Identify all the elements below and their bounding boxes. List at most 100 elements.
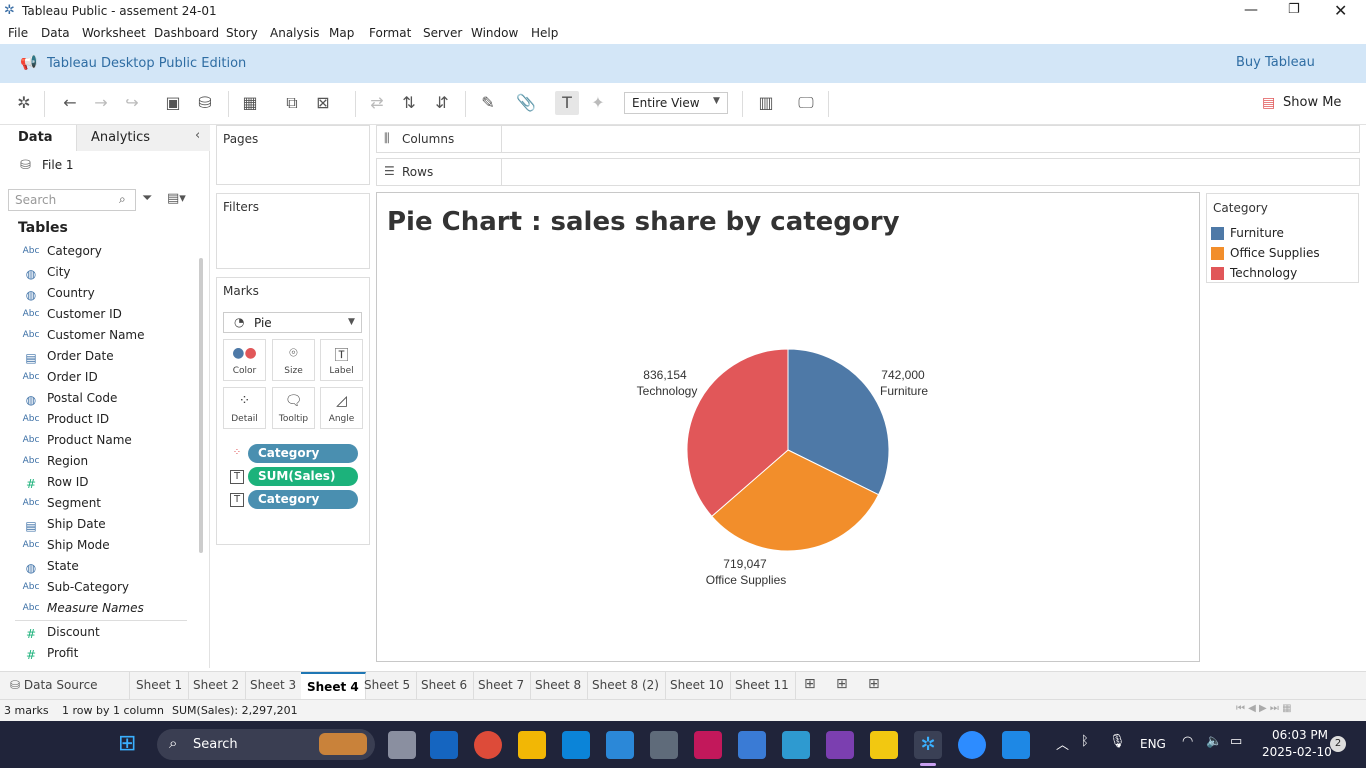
field-item[interactable]: ◍ Country	[18, 285, 188, 305]
store-icon[interactable]	[562, 731, 590, 759]
clear-sheet-icon[interactable]: ⊠	[311, 91, 335, 115]
view-options-icon[interactable]: ▤▾	[167, 191, 186, 206]
pill-category-label[interactable]: Category	[248, 490, 358, 509]
duplicate-sheet-icon[interactable]: ⧉	[280, 91, 304, 115]
microphone-icon[interactable]: 🎙	[1109, 734, 1126, 749]
category-legend[interactable]: Category Furniture Office Supplies Techn…	[1206, 193, 1359, 283]
tooltip-button[interactable]: 🗨 Tooltip	[272, 387, 315, 429]
tab-sheet-10[interactable]: Sheet 10	[664, 672, 731, 699]
tab-data[interactable]: Data	[0, 125, 76, 151]
highlight-icon[interactable]: ✎	[476, 91, 500, 115]
tray-chevron-icon[interactable]: ︿	[1056, 734, 1069, 753]
show-cards-icon[interactable]: ▥	[754, 91, 778, 115]
new-worksheet-icon[interactable]: ⊞	[804, 676, 816, 692]
mark-type-dropdown[interactable]: ◔ Pie ▼	[223, 312, 362, 333]
replay-icon[interactable]: ↪	[120, 91, 144, 115]
field-item[interactable]: Abc Category	[18, 243, 188, 263]
field-item[interactable]: ◍ State	[18, 558, 188, 578]
app-icon[interactable]	[1002, 731, 1030, 759]
field-item[interactable]: Abc Ship Mode	[18, 537, 188, 557]
menu-story[interactable]: Story	[226, 26, 258, 40]
tab-sheet-2[interactable]: Sheet 2	[187, 672, 247, 699]
tab-sheet-1[interactable]: Sheet 1	[130, 672, 190, 699]
new-story-icon[interactable]: ⊞	[868, 676, 880, 692]
tab-sheet-5[interactable]: Sheet 5	[358, 672, 418, 699]
sort-ascending-icon[interactable]: ⇅	[397, 91, 421, 115]
filter-icon[interactable]: ⏷	[142, 191, 152, 206]
new-dashboard-icon[interactable]: ⊞	[836, 676, 848, 692]
field-item[interactable]: Abc Sub-Category	[18, 579, 188, 599]
close-button[interactable]: ✕	[1334, 1, 1347, 20]
tab-sheet-3[interactable]: Sheet 3	[244, 672, 304, 699]
tab-analytics[interactable]: Analytics ‹	[76, 125, 210, 151]
task-view-icon[interactable]	[388, 731, 416, 759]
columns-shelf[interactable]: ⫼ Columns	[376, 125, 1360, 153]
tab-sheet-4[interactable]: Sheet 4	[301, 672, 366, 699]
notepad-icon[interactable]	[606, 731, 634, 759]
fix-axes-icon[interactable]: ✦	[586, 91, 610, 115]
language-indicator[interactable]: ENG	[1140, 737, 1166, 751]
outlook-icon[interactable]	[430, 731, 458, 759]
field-item[interactable]: ▤ Order Date	[18, 348, 188, 368]
tab-sheet-8[interactable]: Sheet 8	[529, 672, 589, 699]
save-icon[interactable]: ▣	[161, 91, 185, 115]
menu-worksheet[interactable]: Worksheet	[82, 26, 146, 40]
search-field[interactable]: Search ⌕	[8, 189, 136, 211]
undo-icon[interactable]: ←	[58, 91, 82, 115]
calculator-icon[interactable]	[650, 731, 678, 759]
tableau-taskbar-icon[interactable]: ✲	[914, 731, 942, 759]
presentation-mode-icon[interactable]: 🖵	[794, 91, 818, 115]
field-item[interactable]: ◍ City	[18, 264, 188, 284]
group-members-icon[interactable]: 📎	[514, 91, 538, 115]
field-item[interactable]: Abc Region	[18, 453, 188, 473]
menu-dashboard[interactable]: Dashboard	[154, 26, 219, 40]
rows-shelf[interactable]: ☰ Rows	[376, 158, 1360, 186]
menu-format[interactable]: Format	[369, 26, 411, 40]
size-button[interactable]: ⌾ Size	[272, 339, 315, 381]
remote-desktop-icon[interactable]	[782, 731, 810, 759]
paint-icon[interactable]	[738, 731, 766, 759]
field-item[interactable]: Abc Product Name	[18, 432, 188, 452]
windows-start-icon[interactable]: ⊞	[118, 731, 136, 756]
show-me-button[interactable]: Show Me	[1283, 95, 1341, 110]
pill-category-color[interactable]: Category	[248, 444, 358, 463]
minimize-button[interactable]: —	[1244, 2, 1258, 18]
worksheet-view[interactable]: Pie Chart : sales share by category 836,…	[376, 192, 1200, 662]
clock-time[interactable]: 06:03 PM	[1272, 728, 1328, 742]
bluetooth-icon[interactable]: ᛒ	[1081, 734, 1089, 749]
menu-analysis[interactable]: Analysis	[270, 26, 319, 40]
tab-sheet-7[interactable]: Sheet 7	[472, 672, 532, 699]
menu-window[interactable]: Window	[471, 26, 518, 40]
field-item[interactable]: Abc Customer Name	[18, 327, 188, 347]
notification-badge[interactable]: 2	[1330, 736, 1346, 752]
field-item[interactable]: Abc Order ID	[18, 369, 188, 389]
pie-chart[interactable]: 836,154 Technology 742,000 Furniture 719…	[377, 193, 1199, 661]
field-item[interactable]: # Row ID	[18, 474, 188, 494]
tab-sheet-6[interactable]: Sheet 6	[415, 672, 475, 699]
battery-icon[interactable]: ▭	[1230, 734, 1242, 749]
field-item[interactable]: Abc Customer ID	[18, 306, 188, 326]
tab-sheet-8-2[interactable]: Sheet 8 (2)	[586, 672, 666, 699]
field-item[interactable]: # Discount	[18, 624, 188, 644]
collapse-chevron-icon[interactable]: ‹	[195, 128, 200, 143]
menu-help[interactable]: Help	[531, 26, 558, 40]
angle-button[interactable]: ◿ Angle	[320, 387, 363, 429]
redo-icon[interactable]: →	[89, 91, 113, 115]
taskbar-search[interactable]: ⌕ Search	[157, 729, 375, 760]
menu-file[interactable]: File	[8, 26, 28, 40]
clock-date[interactable]: 2025-02-10	[1262, 745, 1332, 759]
snipping-tool-icon[interactable]	[694, 731, 722, 759]
show-mark-labels-icon[interactable]: T	[555, 91, 579, 115]
field-item[interactable]: ▤ Ship Date	[18, 516, 188, 536]
field-item[interactable]: Abc Measure Names	[18, 600, 188, 620]
zoom-icon[interactable]	[958, 731, 986, 759]
detail-button[interactable]: ⁘ Detail	[223, 387, 266, 429]
menu-server[interactable]: Server	[423, 26, 462, 40]
power-bi-icon[interactable]	[870, 731, 898, 759]
tab-data-source[interactable]: ⛁ Data Source	[4, 672, 130, 699]
volume-icon[interactable]: 🔈	[1206, 734, 1222, 749]
sort-descending-icon[interactable]: ⇵	[430, 91, 454, 115]
filters-card[interactable]: Filters	[216, 193, 370, 269]
new-datasource-icon[interactable]: ⛁	[193, 91, 217, 115]
tab-sheet-11[interactable]: Sheet 11	[729, 672, 796, 699]
